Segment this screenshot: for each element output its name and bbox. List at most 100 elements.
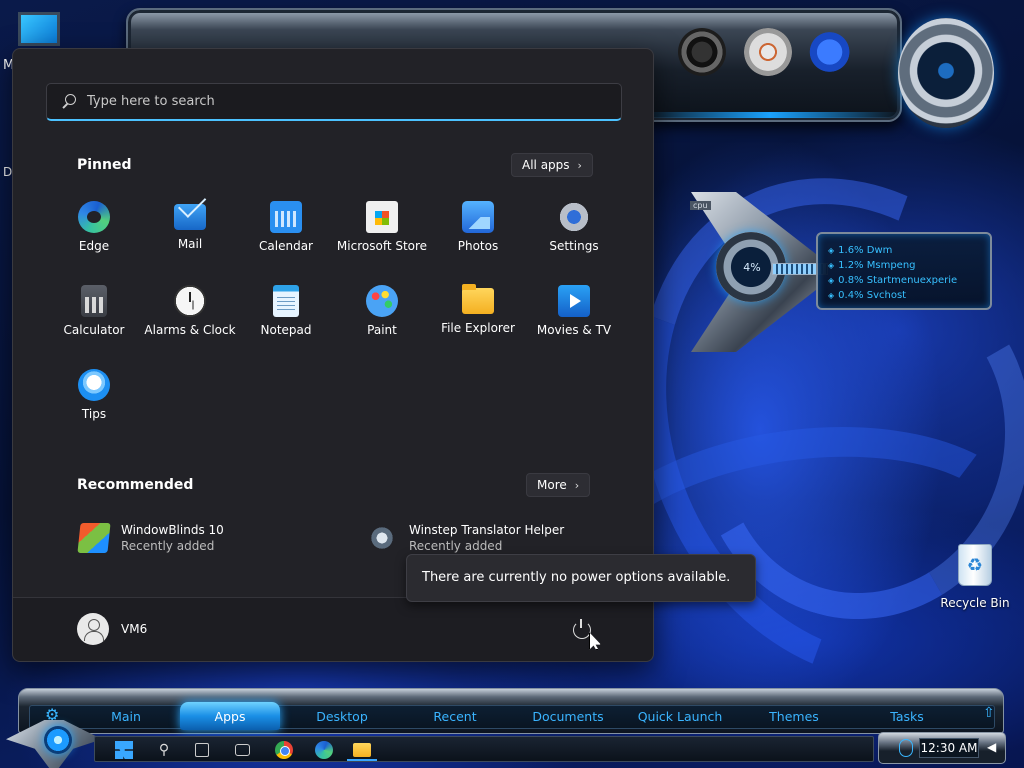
gauge-icon[interactable]: [744, 28, 792, 76]
app-label: Mail: [177, 237, 203, 251]
app-label: Tips: [81, 407, 107, 421]
folder-icon[interactable]: [353, 743, 371, 757]
recommended-item-subtitle: Recently added: [121, 539, 215, 553]
app-label: Paint: [367, 323, 397, 337]
search-icon[interactable]: ⚲: [155, 741, 173, 759]
app-label: Notepad: [260, 323, 312, 337]
computer-icon[interactable]: [18, 12, 60, 46]
pinned-app-edge[interactable]: Edge: [46, 199, 142, 269]
app-label: Microsoft Store: [336, 239, 428, 253]
back-arrow-icon[interactable]: ◀: [987, 740, 996, 754]
pinned-app-mail[interactable]: Mail: [142, 199, 238, 269]
start-menu-footer: VM6: [13, 597, 653, 661]
process-row: ◈ 1.6% Dwm: [828, 243, 984, 258]
tab-main[interactable]: Main: [76, 709, 176, 724]
pinned-app-calculator[interactable]: Calculator: [46, 283, 142, 353]
task-view-icon[interactable]: [195, 743, 209, 757]
arrow-up-icon[interactable]: ⇧: [983, 705, 995, 721]
tab-apps[interactable]: Apps: [180, 702, 280, 730]
active-app-indicator: [347, 759, 377, 761]
app-label: Calendar: [259, 239, 313, 253]
dock-glow: [640, 112, 900, 118]
camera-icon[interactable]: [678, 28, 726, 76]
calendar-icon: [270, 201, 302, 233]
pinned-app-notepad[interactable]: Notepad: [238, 283, 334, 353]
bullet-icon: ◈: [828, 291, 835, 300]
search-placeholder[interactable]: Type here to search: [87, 94, 215, 109]
pinned-app-calendar[interactable]: Calendar: [238, 199, 334, 269]
store-icon: [366, 201, 398, 233]
tab-quick-launch[interactable]: Quick Launch: [630, 709, 730, 724]
system-tray: 12:30 AM ◀: [878, 732, 1006, 764]
settings-icon: [558, 201, 590, 233]
pinned-title: Pinned: [77, 157, 132, 173]
chevron-right-icon: ›: [577, 158, 582, 172]
process-text: 0.8% Startmenuexperie: [838, 275, 958, 286]
recommended-item-name: WindowBlinds 10: [121, 523, 224, 537]
chat-icon[interactable]: [235, 744, 250, 756]
dock-dial-icon[interactable]: [898, 18, 994, 128]
user-avatar-icon[interactable]: [77, 613, 109, 645]
pinned-app-paint[interactable]: Paint: [334, 283, 430, 353]
process-row: ◈ 1.2% Msmpeng: [828, 258, 984, 273]
movies-icon: [558, 285, 590, 317]
tab-themes[interactable]: Themes: [744, 709, 844, 724]
pinned-app-movies-tv[interactable]: Movies & TV: [526, 283, 622, 353]
all-apps-button[interactable]: All apps ›: [511, 153, 593, 177]
edge-icon[interactable]: [315, 741, 333, 759]
pinned-app-alarms-clock[interactable]: Alarms & Clock: [142, 283, 238, 353]
tab-documents[interactable]: Documents: [518, 709, 618, 724]
process-row: ◈ 0.4% Svchost: [828, 288, 984, 303]
taskbar: ⚲: [94, 736, 874, 762]
coral-icon[interactable]: [808, 28, 856, 76]
app-label: Movies & TV: [536, 323, 612, 337]
pinned-app-tips[interactable]: Tips: [46, 367, 142, 437]
launcher-bar: Main Apps Desktop Recent Documents Quick…: [18, 688, 1004, 734]
lightbulb-icon: [78, 369, 110, 401]
all-apps-label: All apps: [522, 158, 570, 172]
chevron-right-icon: ›: [574, 478, 580, 492]
recommended-item[interactable]: WindowBlinds 10 Recently added: [77, 523, 224, 553]
user-name[interactable]: VM6: [121, 622, 147, 636]
recycle-bin-icon[interactable]: [958, 544, 992, 586]
windowblinds-icon: [77, 523, 111, 553]
folder-icon: [462, 284, 494, 314]
notepad-icon: [273, 285, 299, 317]
pinned-app-file-explorer[interactable]: File Explorer: [430, 283, 526, 353]
tab-tasks[interactable]: Tasks: [857, 709, 957, 724]
app-label: Calculator: [63, 323, 125, 337]
tab-desktop[interactable]: Desktop: [292, 709, 392, 724]
launcher-tab-strip: Main Apps Desktop Recent Documents Quick…: [29, 702, 995, 730]
app-label: Edge: [78, 239, 110, 253]
paint-icon: [366, 285, 398, 317]
calculator-icon: [81, 285, 107, 317]
winstep-icon: [367, 523, 397, 553]
recycle-bin-label[interactable]: Recycle Bin: [940, 596, 1010, 610]
process-text: 0.4% Svchost: [838, 290, 907, 301]
search-icon: [61, 93, 77, 110]
start-orb-icon[interactable]: [44, 726, 72, 754]
clock[interactable]: 12:30 AM: [919, 738, 979, 758]
app-label: Settings: [549, 239, 599, 253]
edge-icon: [78, 201, 110, 233]
mail-icon: [174, 204, 206, 230]
search-input[interactable]: Type here to search: [46, 83, 622, 121]
recommended-item[interactable]: Winstep Translator Helper Recently added: [367, 523, 564, 553]
tab-recent[interactable]: Recent: [405, 709, 505, 724]
process-text: 1.2% Msmpeng: [838, 260, 916, 271]
process-text: 1.6% Dwm: [838, 245, 893, 256]
cpu-process-list: ◈ 1.6% Dwm ◈ 1.2% Msmpeng ◈ 0.8% Startmenue…: [816, 232, 992, 310]
pinned-app-microsoft-store[interactable]: Microsoft Store: [334, 199, 430, 269]
app-label: Photos: [457, 239, 499, 253]
pinned-app-photos[interactable]: Photos: [430, 199, 526, 269]
recycle-bin[interactable]: Recycle Bin: [940, 544, 1010, 610]
pinned-app-settings[interactable]: Settings: [526, 199, 622, 269]
mouse-icon[interactable]: [899, 739, 913, 757]
windows-start-icon[interactable]: [115, 741, 133, 759]
clock-icon: [174, 285, 206, 317]
chrome-icon[interactable]: [275, 741, 293, 759]
power-icon[interactable]: [571, 618, 591, 639]
photos-icon: [462, 201, 494, 233]
cpu-gadget: cpu 4% ◈ 1.6% Dwm ◈ 1.2% Msmpeng ◈ 0.8% Sta…: [676, 192, 994, 352]
more-button[interactable]: More ›: [526, 473, 591, 497]
